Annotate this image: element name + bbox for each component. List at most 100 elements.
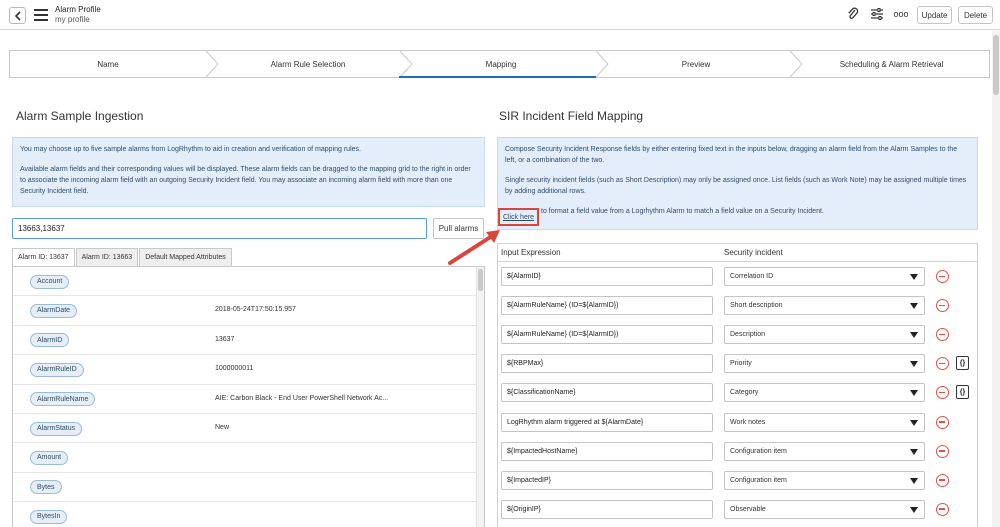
- security-incident-select[interactable]: Category: [724, 383, 925, 403]
- select-value: Priority: [730, 360, 752, 368]
- remove-row-icon[interactable]: [936, 473, 949, 487]
- input-expression-field[interactable]: ${ImpactedIP}: [501, 470, 713, 490]
- alarm-field-pill[interactable]: Bytes: [30, 480, 62, 495]
- step-mapping[interactable]: Mapping: [402, 51, 600, 77]
- alarm-field-pill[interactable]: AlarmRuleID: [30, 362, 84, 377]
- page-subtitle: my profile: [55, 15, 90, 24]
- security-incident-select[interactable]: Short description: [724, 296, 925, 316]
- remove-row-icon[interactable]: [936, 444, 949, 458]
- step-name[interactable]: Name: [10, 51, 206, 77]
- step-scheduling[interactable]: Scheduling & Alarm Retrieval: [794, 51, 989, 77]
- mapping-row: ${ImpactedIP} Configuration item: [498, 467, 977, 496]
- alarm-fields-scrollbar[interactable]: [476, 267, 484, 527]
- select-value: Correlation ID: [730, 273, 774, 280]
- update-button[interactable]: Update: [917, 6, 952, 24]
- tab-default-mapped-attributes[interactable]: Default Mapped Attributes: [139, 248, 232, 266]
- alarm-tabs: Alarm ID: 13637 Alarm ID: 13663 Default …: [12, 248, 233, 266]
- hamburger-menu-icon[interactable]: [34, 9, 48, 21]
- dropdown-arrow-icon: [910, 390, 918, 397]
- delete-button[interactable]: Delete: [958, 6, 993, 24]
- mapping-row: LogRhythm alarm triggered at ${AlarmDate…: [498, 409, 977, 438]
- alarm-field-pill[interactable]: Account: [30, 274, 70, 289]
- chevron-left-icon: [14, 10, 21, 21]
- security-incident-select[interactable]: Correlation ID: [724, 267, 925, 286]
- input-expression-field[interactable]: LogRhythm alarm triggered at ${AlarmDate…: [501, 412, 713, 432]
- step-alarm-rule-selection[interactable]: Alarm Rule Selection: [210, 51, 406, 77]
- select-value: Description: [730, 331, 766, 339]
- info-text: You may choose up to five sample alarms …: [20, 146, 361, 153]
- mapping-grid-header: Input Expression Security incident: [498, 244, 977, 262]
- more-icon[interactable]: ooo: [893, 7, 908, 21]
- alarm-field-row: Bytes: [13, 473, 476, 503]
- remove-row-icon[interactable]: [936, 328, 949, 342]
- mapping-row: ${ImpactedHostName} Configuration item: [498, 438, 977, 467]
- col-security-incident: Security incident: [724, 248, 783, 257]
- security-incident-select[interactable]: Observable: [724, 499, 925, 519]
- remove-row-icon[interactable]: [936, 357, 949, 371]
- security-incident-select[interactable]: Work notes: [724, 412, 925, 432]
- select-value: Category: [730, 389, 759, 397]
- input-expression-field[interactable]: ${OriginIP}: [501, 499, 713, 519]
- alarm-field-row: Amount: [13, 443, 476, 473]
- col-input-expression: Input Expression: [501, 248, 561, 257]
- remove-row-icon[interactable]: [936, 415, 949, 429]
- security-incident-select[interactable]: Priority: [724, 354, 925, 374]
- dropdown-arrow-icon: [910, 332, 918, 339]
- alarm-field-row: Account: [13, 267, 476, 297]
- step-preview[interactable]: Preview: [598, 51, 794, 77]
- active-step-indicator: [399, 76, 596, 78]
- alarm-fields-panel: Account AlarmDate 2018-05-24T17:50:15.957 A…: [12, 266, 485, 527]
- info-text: Compose Security Incident Response field…: [505, 146, 958, 164]
- input-expression-field[interactable]: ${RBPMax}: [501, 354, 713, 374]
- dropdown-arrow-icon: [910, 419, 918, 426]
- mapping-row: ${OriginIP} Observable: [498, 496, 977, 525]
- record-title: Alarm Profile my profile: [55, 5, 101, 25]
- app-header: Alarm Profile my profile ooo Update Dele…: [0, 0, 1000, 30]
- alarm-ids-input[interactable]: 13663,13637: [12, 218, 427, 239]
- alarm-field-row: AlarmID 13637: [13, 326, 476, 356]
- input-expression-field[interactable]: ${AlarmID}: [501, 267, 713, 286]
- alarm-field-value: New: [215, 424, 230, 431]
- alarm-field-pill[interactable]: Amount: [30, 450, 69, 465]
- dropdown-arrow-icon: [910, 361, 918, 368]
- sir-field-mapping-title: SIR Incident Field Mapping: [499, 109, 644, 123]
- alarm-field-pill[interactable]: AlarmStatus: [30, 421, 83, 436]
- page-scrollbar[interactable]: [992, 31, 1000, 527]
- paperclip-icon[interactable]: [846, 7, 860, 21]
- sliders-icon[interactable]: [870, 7, 884, 21]
- input-expression-field[interactable]: ${ImpactedHostName}: [501, 441, 713, 461]
- info-text: Available alarm fields and their corresp…: [20, 166, 471, 195]
- back-button[interactable]: [9, 7, 26, 24]
- dropdown-arrow-icon: [910, 448, 918, 455]
- input-expression-field[interactable]: ${AlarmRuleName} (ID=${AlarmID}): [501, 325, 713, 345]
- alarm-sample-ingestion-title: Alarm Sample Ingestion: [16, 109, 144, 123]
- header-actions: ooo: [846, 7, 909, 21]
- remove-row-icon[interactable]: [936, 502, 949, 516]
- select-value: Configuration item: [730, 476, 787, 484]
- script-braces-icon[interactable]: {}: [956, 356, 969, 371]
- select-value: Work notes: [730, 418, 766, 426]
- alarm-field-pill[interactable]: AlarmDate: [30, 303, 78, 318]
- security-incident-select[interactable]: Description: [724, 325, 925, 345]
- security-incident-select[interactable]: Configuration item: [724, 470, 925, 490]
- select-value: Configuration item: [730, 447, 787, 455]
- remove-row-icon[interactable]: [936, 299, 949, 313]
- wizard-steps: Name Alarm Rule Selection Mapping Previe…: [9, 50, 990, 78]
- tab-alarm-13637[interactable]: Alarm ID: 13637: [12, 248, 75, 266]
- mapping-row: ${AlarmID} Correlation ID: [498, 263, 977, 292]
- sir-mapping-info: Compose Security Incident Response field…: [497, 137, 978, 230]
- security-incident-select[interactable]: Configuration item: [724, 441, 925, 461]
- alarm-field-pill[interactable]: AlarmID: [30, 333, 70, 348]
- remove-row-icon[interactable]: [936, 386, 949, 400]
- input-expression-field[interactable]: ${ClassificationName}: [501, 383, 713, 403]
- script-braces-icon[interactable]: {}: [956, 385, 969, 400]
- alarm-field-row: BytesIn: [13, 502, 476, 527]
- info-text: Single security incident fields (such as…: [505, 177, 967, 195]
- alarm-field-pill[interactable]: AlarmRuleName: [30, 392, 96, 407]
- remove-row-icon[interactable]: [936, 270, 949, 283]
- input-expression-field[interactable]: ${AlarmRuleName} (ID=${AlarmID}): [501, 296, 713, 316]
- mapping-row: ${AlarmRuleName} (ID=${AlarmID}) Short de…: [498, 292, 977, 321]
- tab-alarm-13663[interactable]: Alarm ID: 13663: [75, 248, 139, 266]
- alarm-field-pill[interactable]: BytesIn: [30, 509, 68, 524]
- alarm-sample-info: You may choose up to five sample alarms …: [12, 137, 485, 207]
